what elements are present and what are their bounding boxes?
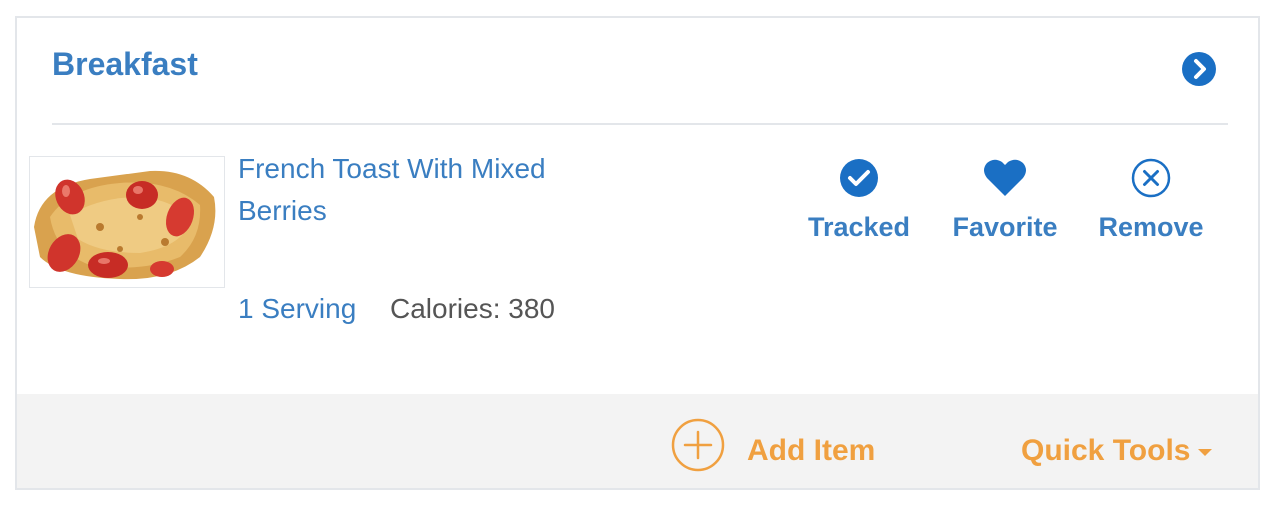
french-toast-image <box>30 157 224 287</box>
favorite-button[interactable]: Favorite <box>935 158 1075 243</box>
close-circle-icon <box>1131 158 1171 198</box>
food-name-link[interactable]: French Toast With Mixed Berries <box>238 148 618 232</box>
serving-link[interactable]: 1 Serving <box>238 293 356 325</box>
quick-tools-dropdown[interactable]: Quick Tools <box>1021 434 1213 468</box>
tracked-label: Tracked <box>807 212 911 242</box>
meal-footer: Add Item Quick Tools <box>17 394 1258 488</box>
caret-down-icon <box>1198 448 1213 456</box>
chevron-right-circle-icon[interactable] <box>1181 51 1217 87</box>
remove-button[interactable]: Remove <box>1081 158 1221 243</box>
heart-icon <box>984 159 1026 196</box>
meal-title: Breakfast <box>52 46 198 82</box>
remove-label: Remove <box>1098 212 1204 242</box>
check-circle-icon <box>840 159 878 197</box>
calories-value: Calories: 380 <box>390 293 555 324</box>
tracked-button[interactable]: Tracked <box>789 158 929 243</box>
add-item-label: Add Item <box>747 434 876 467</box>
quick-tools-label: Quick Tools <box>1021 434 1191 467</box>
plus-circle-icon <box>671 418 725 472</box>
header-divider <box>52 123 1228 125</box>
food-image[interactable] <box>29 156 225 288</box>
meal-card: Breakfast French Toast With Mixed Berrie… <box>15 16 1260 490</box>
meal-header: Breakfast <box>17 18 1258 123</box>
favorite-label: Favorite <box>952 212 1058 242</box>
